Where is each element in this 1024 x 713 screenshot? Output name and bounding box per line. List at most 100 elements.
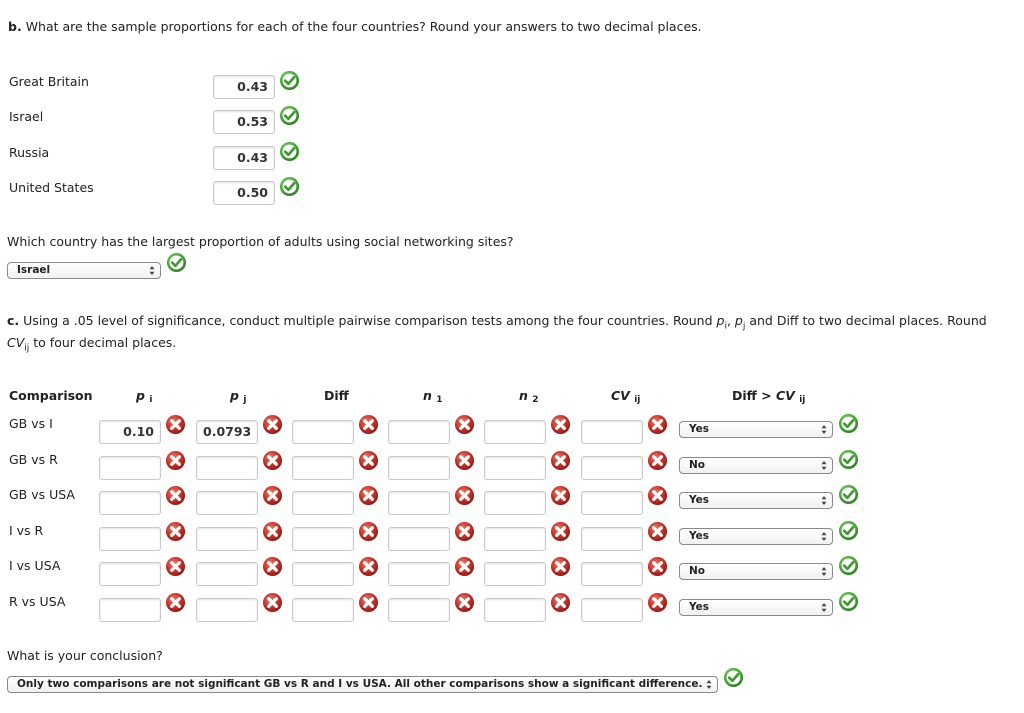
incorrect-x-icon [358, 556, 379, 577]
select-arrows-icon [821, 460, 827, 471]
largest-country-selected-value: Israel [17, 264, 51, 276]
incorrect-x-icon [647, 485, 668, 506]
pi-input[interactable] [99, 527, 161, 551]
cv-input[interactable] [581, 456, 643, 480]
proportion-input[interactable]: 0.53 [213, 110, 275, 134]
sub-i: i [724, 321, 727, 332]
conclusion-select[interactable]: Only two comparisons are not significant… [7, 676, 718, 693]
diff-input[interactable] [292, 562, 354, 586]
pj-input[interactable] [196, 456, 258, 480]
largest-country-select[interactable]: Israel [7, 262, 161, 279]
n1-input[interactable] [388, 527, 450, 551]
select-arrows-icon [821, 424, 827, 435]
significance-selected-value: Yes [689, 530, 710, 542]
incorrect-x-icon [358, 521, 379, 542]
comparison-label: I vs USA [9, 558, 61, 573]
country-label: United States [9, 180, 94, 195]
part-c-question-text-b: and Diff to two decimal places. Round [745, 313, 987, 328]
significance-select[interactable]: Yes [679, 492, 833, 509]
pj-input[interactable] [196, 562, 258, 586]
incorrect-x-icon [550, 414, 571, 435]
n2-input[interactable] [484, 562, 546, 586]
n2-input[interactable] [484, 456, 546, 480]
diff-input[interactable] [292, 491, 354, 515]
n2-input[interactable] [484, 420, 546, 444]
incorrect-x-icon [454, 414, 475, 435]
n2-input[interactable] [484, 491, 546, 515]
incorrect-x-icon [454, 485, 475, 506]
n1-input[interactable] [388, 491, 450, 515]
n1-input[interactable] [388, 420, 450, 444]
n2-input[interactable] [484, 527, 546, 551]
header-n1: n 1 [423, 388, 443, 405]
select-arrows-icon [706, 679, 712, 690]
proportion-input[interactable]: 0.50 [213, 181, 275, 205]
diff-input[interactable] [292, 420, 354, 444]
proportion-input[interactable]: 0.43 [213, 75, 275, 99]
cv-input[interactable] [581, 420, 643, 444]
significance-select[interactable]: Yes [679, 528, 833, 545]
significance-selected-value: Yes [689, 494, 710, 506]
correct-check-icon [279, 176, 300, 197]
part-b-prefix: b. [8, 19, 22, 34]
n1-input[interactable] [388, 598, 450, 622]
conclusion-question: What is your conclusion? [7, 648, 163, 663]
correct-check-icon [279, 105, 300, 126]
incorrect-x-icon [550, 521, 571, 542]
cv-symbol: CV [7, 335, 25, 350]
header-n2: n 2 [519, 388, 539, 405]
incorrect-x-icon [647, 450, 668, 471]
select-arrows-icon [821, 566, 827, 577]
incorrect-x-icon [165, 521, 186, 542]
largest-proportion-question: Which country has the largest proportion… [7, 234, 514, 249]
diff-input[interactable] [292, 598, 354, 622]
pi-input[interactable] [99, 491, 161, 515]
conclusion-selected-value: Only two comparisons are not significant… [17, 678, 703, 690]
incorrect-x-icon [165, 556, 186, 577]
cv-input[interactable] [581, 527, 643, 551]
correct-check-icon [838, 413, 859, 434]
cv-input[interactable] [581, 562, 643, 586]
proportion-input[interactable]: 0.43 [213, 146, 275, 170]
incorrect-x-icon [647, 556, 668, 577]
incorrect-x-icon [550, 592, 571, 613]
part-c-prefix: c. [7, 313, 20, 328]
part-c-question-line1: c. Using a .05 level of significance, co… [7, 313, 987, 332]
select-arrows-icon [821, 495, 827, 506]
diff-input[interactable] [292, 527, 354, 551]
correct-check-icon [838, 449, 859, 470]
significance-select[interactable]: No [679, 457, 833, 474]
incorrect-x-icon [165, 592, 186, 613]
cv-input[interactable] [581, 598, 643, 622]
diff-input[interactable] [292, 456, 354, 480]
comparison-label: GB vs R [9, 452, 58, 467]
incorrect-x-icon [358, 485, 379, 506]
pj-input[interactable] [196, 598, 258, 622]
significance-select[interactable]: Yes [679, 421, 833, 438]
pj-input[interactable] [196, 491, 258, 515]
significance-select[interactable]: Yes [679, 599, 833, 616]
pj-input[interactable]: 0.0793 [196, 420, 258, 444]
header-diff: Diff [324, 388, 349, 403]
incorrect-x-icon [454, 592, 475, 613]
significance-select[interactable]: No [679, 563, 833, 580]
incorrect-x-icon [647, 592, 668, 613]
incorrect-x-icon [647, 521, 668, 542]
incorrect-x-icon [165, 485, 186, 506]
n1-input[interactable] [388, 562, 450, 586]
incorrect-x-icon [454, 450, 475, 471]
pi-input[interactable] [99, 456, 161, 480]
part-c-question-text-c: to four decimal places. [29, 335, 177, 350]
incorrect-x-icon [647, 414, 668, 435]
pi-input[interactable]: 0.10 [99, 420, 161, 444]
pi-input[interactable] [99, 562, 161, 586]
country-label: Russia [9, 145, 50, 160]
n2-input[interactable] [484, 598, 546, 622]
cv-input[interactable] [581, 491, 643, 515]
pi-input[interactable] [99, 598, 161, 622]
pj-input[interactable] [196, 527, 258, 551]
n1-input[interactable] [388, 456, 450, 480]
incorrect-x-icon [262, 521, 283, 542]
incorrect-x-icon [454, 521, 475, 542]
incorrect-x-icon [550, 556, 571, 577]
